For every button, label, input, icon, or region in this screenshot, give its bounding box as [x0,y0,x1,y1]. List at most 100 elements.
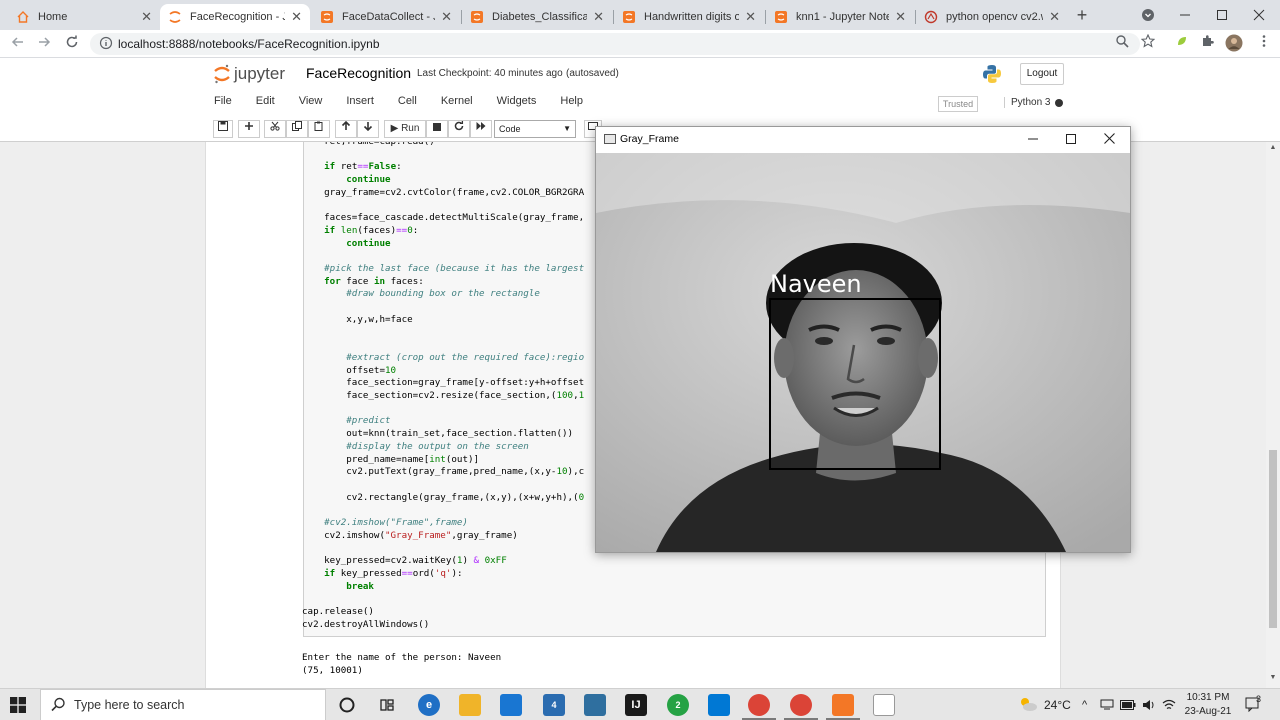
cell-type-select[interactable]: Code ▼ [494,120,576,138]
maximize-icon[interactable] [1052,127,1090,153]
battery-icon[interactable] [1120,689,1136,720]
task-view-icon[interactable] [376,694,398,716]
scroll-down-icon[interactable]: ▼ [1266,674,1280,686]
cortana-icon[interactable] [336,694,358,716]
system-clock[interactable]: 10:31 PM 23-Aug-21 [1180,691,1236,719]
scrollbar-thumb[interactable] [1269,450,1277,628]
trusted-badge[interactable]: Trusted [938,96,978,112]
add-cell-icon[interactable] [238,120,260,138]
logout-button[interactable]: Logout [1020,63,1064,85]
chrome-menu-icon[interactable] [1254,34,1274,54]
stop-icon[interactable] [426,120,448,138]
menu-file[interactable]: File [214,95,232,113]
postgres-icon[interactable] [584,694,606,716]
restart-icon[interactable] [448,120,470,138]
close-icon[interactable]: ✕ [745,9,756,25]
close-icon[interactable] [1090,127,1128,153]
opencv-window[interactable]: Gray_Frame Naveen [595,126,1131,553]
edge-icon[interactable]: e [418,694,440,716]
clock-time: 10:31 PM [1186,692,1230,703]
close-icon[interactable]: ✕ [593,9,604,25]
opencv-window-titlebar[interactable]: Gray_Frame [596,127,1130,153]
tab-home[interactable]: Home ✕ [8,4,160,30]
tab-facedatacollect[interactable]: FaceDataCollect - Jupyter ✕ [312,4,460,30]
close-icon[interactable]: ✕ [141,9,152,25]
code-line: ret,frame=cap.read() [302,142,584,149]
code-line: #predict [346,415,391,427]
notepad-icon[interactable] [873,694,895,716]
mail-icon[interactable]: 4 [543,694,565,716]
menu-edit[interactable]: Edit [256,95,275,113]
jupyter-icon [470,10,484,24]
window-app-icon [604,134,616,144]
code-editor[interactable]: ret,frame=cap.read()​ if ret==False: con… [302,142,584,631]
code-line: #pick the last face (because it has the … [324,263,585,275]
notification-center-icon[interactable]: 3 [1244,694,1262,714]
menu-help[interactable]: Help [560,95,583,113]
tab-diabetes-classification[interactable]: Diabetes_Classification ✕ [462,4,612,30]
move-up-icon[interactable] [335,120,357,138]
notebook-name[interactable]: FaceRecognition [306,65,411,81]
profile-avatar[interactable] [1224,34,1244,54]
whatsapp-icon[interactable]: 2 [667,694,689,716]
new-tab-button[interactable]: + [1072,5,1092,25]
vscode-icon[interactable] [708,694,730,716]
address-bar[interactable]: localhost:8888/notebooks/FaceRecognition… [90,33,1140,55]
fast-forward-icon[interactable] [470,120,492,138]
calendar-icon[interactable] [500,694,522,716]
close-icon[interactable]: ✕ [895,9,906,25]
network-icon[interactable] [1100,689,1114,720]
volume-icon[interactable] [1142,689,1156,720]
page-scrollbar[interactable]: ▲ ▼ [1266,142,1280,688]
windows-start-icon[interactable] [10,697,26,713]
menu-kernel[interactable]: Kernel [441,95,473,113]
chrome-profile-icon[interactable] [790,694,812,716]
menu-widgets[interactable]: Widgets [497,95,537,113]
forward-icon[interactable] [34,34,54,54]
code-line: ​ [302,403,584,416]
close-icon[interactable]: ✕ [1049,9,1060,25]
wifi-icon[interactable] [1162,689,1176,720]
run-button[interactable]: ▶ Run [384,120,426,138]
code-line: x,y,w,h=face [302,313,413,325]
file-explorer-icon[interactable] [459,694,481,716]
close-window-icon[interactable] [1236,0,1280,30]
save-icon[interactable] [213,120,233,138]
tab-handwritten-digits[interactable]: Handwritten digits on ✕ [614,4,764,30]
tab-knn1[interactable]: knn1 - Jupyter Notebook ✕ [766,4,914,30]
tray-chevron-up-icon[interactable]: ^ [1082,689,1087,720]
copy-icon[interactable] [286,120,308,138]
chrome-icon[interactable] [748,694,770,716]
minimize-icon[interactable] [1014,127,1052,153]
kernel-name[interactable]: Python 3 [1004,97,1050,108]
info-icon[interactable] [98,36,114,52]
extension-leaf-icon[interactable] [1172,34,1192,54]
python-logo-icon [982,64,1002,84]
taskbar-search[interactable]: Type here to search [40,689,326,720]
close-icon[interactable]: ✕ [441,9,452,25]
run-label: Run [401,123,420,134]
menu-insert[interactable]: Insert [346,95,374,113]
intellij-icon[interactable]: IJ [625,694,647,716]
zoom-icon[interactable] [1112,34,1132,54]
close-icon[interactable]: ✕ [291,9,302,25]
move-down-icon[interactable] [357,120,379,138]
extensions-puzzle-icon[interactable] [1198,34,1218,54]
paste-icon[interactable] [308,120,330,138]
tab-python-opencv[interactable]: python opencv cv2.waitKey ✕ [916,4,1068,30]
tab-facerecognition[interactable]: FaceRecognition - Jupyter ✕ [160,4,310,30]
jupyter-app-icon[interactable] [832,694,854,716]
back-icon[interactable] [8,34,28,54]
code-line: offset=10 [302,364,397,376]
menu-cell[interactable]: Cell [398,95,417,113]
code-line: ​ [302,149,584,162]
code-line: if key_pressed==ord('q'): [324,567,463,579]
cut-icon[interactable] [264,120,286,138]
menu-view[interactable]: View [299,95,323,113]
bookmark-star-icon[interactable] [1138,33,1158,54]
weather-widget[interactable]: 24°C [1018,689,1071,720]
scroll-up-icon[interactable]: ▲ [1266,144,1280,156]
reload-icon[interactable] [62,34,82,54]
mail-badge: 4 [551,700,557,710]
jupyter-logo[interactable]: jupyter [214,64,285,84]
